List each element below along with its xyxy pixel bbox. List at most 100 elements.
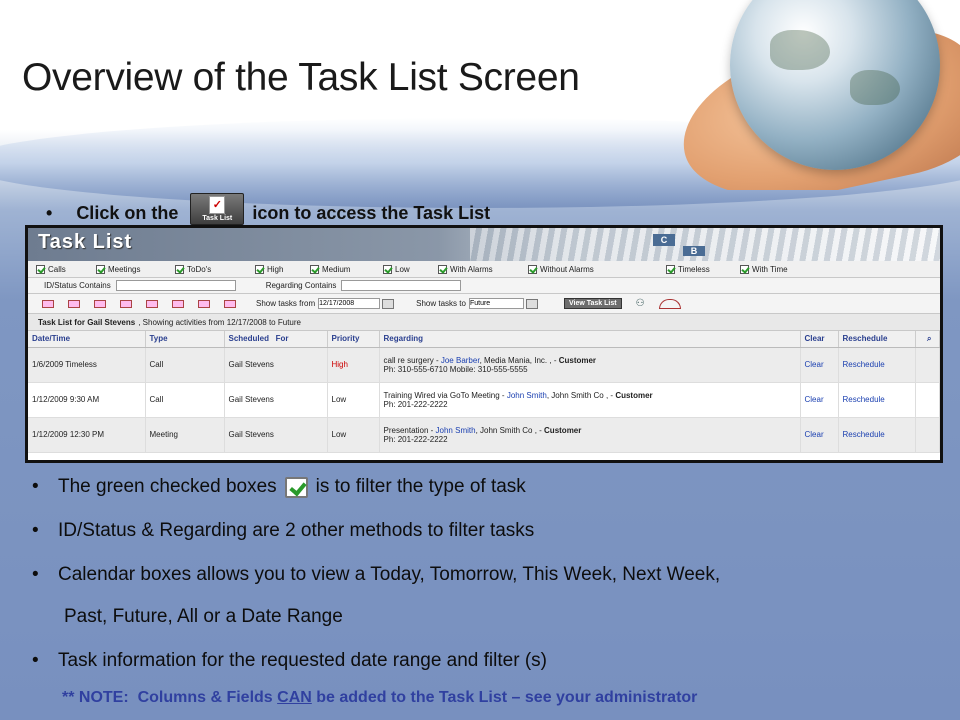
filter-label: Calls (48, 264, 66, 274)
filter-without-alarms[interactable]: Without Alarms (528, 264, 666, 274)
green-checkbox-icon (284, 476, 308, 498)
summary-range: , Showing activities from 12/17/2008 to … (138, 317, 301, 327)
filter-timeless[interactable]: Timeless (666, 264, 740, 274)
col-regarding[interactable]: Regarding (379, 331, 801, 348)
col-priority[interactable]: Priority (327, 331, 380, 348)
filter-low[interactable]: Low (383, 264, 438, 274)
cell-regarding: Training Wired via GoTo Meeting - John S… (379, 382, 801, 418)
cell-datetime: 1/12/2009 12:30 PM (28, 417, 146, 453)
bullet-checkbox-filter: • The green checked boxes is to filter t… (32, 476, 526, 498)
filter-label: ToDo's (187, 264, 212, 274)
checkbox-checked-icon[interactable] (36, 264, 45, 274)
regarding-label: Regarding Contains (265, 281, 337, 290)
filter-with-time[interactable]: With Time (740, 264, 800, 274)
checkbox-checked-icon[interactable] (255, 264, 264, 274)
task-list-icon[interactable]: ✓ Task List (190, 193, 245, 225)
filter-calls[interactable]: Calls (36, 264, 96, 274)
intro-bullet: • Click on the ✓ Task List icon to acces… (46, 193, 490, 225)
cell-type: Meeting (145, 417, 225, 453)
contact-link[interactable]: John Smith (507, 391, 547, 400)
cell-regarding: Presentation - John Smith, John Smith Co… (379, 417, 801, 453)
checkbox-checked-icon[interactable] (96, 264, 105, 274)
col-datetime[interactable]: Date/Time (28, 331, 146, 348)
clear-link[interactable]: Clear (800, 382, 839, 418)
filter-label: Low (395, 264, 410, 274)
table-row[interactable]: 1/12/2009 12:30 PM Meeting Gail Stevens Low… (28, 417, 940, 453)
cell-scheduled-for: Gail Stevens (224, 347, 328, 383)
cell-regarding: call re surgery - Joe Barber, Media Mani… (379, 347, 801, 383)
filter-with-alarms[interactable]: With Alarms (438, 264, 528, 274)
tomorrow-calendar-icon[interactable] (68, 299, 80, 308)
range-calendar-icon[interactable] (224, 299, 236, 308)
filter-label: With Time (752, 264, 788, 274)
bullet-calendar: • Calendar boxes allows you to view a To… (32, 564, 721, 585)
checkbox-checked-icon[interactable] (310, 264, 319, 274)
globe-hand-image (640, 0, 960, 190)
today-calendar-icon[interactable] (42, 299, 54, 308)
show-from-calendar-icon[interactable] (382, 298, 395, 309)
gauge-icon[interactable] (658, 298, 681, 309)
filter-label: Timeless (678, 264, 710, 274)
filter-meetings[interactable]: Meetings (96, 264, 175, 274)
filter-todo-s[interactable]: ToDo's (175, 264, 255, 274)
toolbar-icon-row: Show tasks from Show tasks to View Task … (28, 294, 940, 314)
cell-priority: High (327, 347, 380, 383)
people-icon[interactable]: ⚇ (636, 298, 645, 309)
filter-label: High (267, 264, 284, 274)
binoculars-icon[interactable]: ⌕ (915, 331, 940, 348)
filter-row: Calls Meetings ToDo's High Medium Low With Ala… (28, 261, 940, 278)
col-type[interactable]: Type (145, 331, 225, 348)
contact-link[interactable]: John Smith (436, 426, 476, 435)
filter-label: With Alarms (450, 264, 493, 274)
reschedule-link[interactable]: Reschedule (838, 382, 916, 418)
clear-link[interactable]: Clear (800, 347, 839, 383)
reschedule-link[interactable]: Reschedule (838, 417, 916, 453)
filter-label: Without Alarms (540, 264, 594, 274)
cell-scheduled-for: Gail Stevens (224, 382, 328, 418)
checkbox-checked-icon[interactable] (666, 264, 675, 274)
id-status-input[interactable] (115, 280, 236, 291)
past-calendar-icon[interactable] (146, 299, 158, 308)
cell-datetime: 1/6/2009 Timeless (28, 347, 146, 383)
filter-high[interactable]: High (255, 264, 310, 274)
filter-label: Medium (322, 264, 351, 274)
show-from-label: Show tasks from (256, 299, 316, 308)
cell-priority: Low (327, 417, 380, 453)
this-week-calendar-icon[interactable] (94, 299, 106, 308)
task-list-summary: Task List for Gail Stevens , Showing act… (28, 314, 940, 331)
table-row[interactable]: 1/6/2009 Timeless Call Gail Stevens High cal… (28, 347, 940, 383)
filter-medium[interactable]: Medium (310, 264, 383, 274)
cell-type: Call (145, 382, 225, 418)
next-week-calendar-icon[interactable] (120, 299, 132, 308)
reschedule-link[interactable]: Reschedule (838, 347, 916, 383)
checkbox-checked-icon[interactable] (383, 264, 392, 274)
task-list-title: Task List (38, 231, 133, 253)
checkbox-checked-icon[interactable] (528, 264, 537, 274)
table-row[interactable]: 1/12/2009 9:30 AM Call Gail Stevens Low Trai… (28, 382, 940, 418)
future-calendar-icon[interactable] (172, 299, 184, 308)
cell-scheduled-for: Gail Stevens (224, 417, 328, 453)
task-list-screenshot: Task List C B Calls Meetings ToDo's High Med… (25, 225, 943, 463)
filter-label: Meetings (108, 264, 141, 274)
search-row: ID/Status Contains Regarding Contains (28, 278, 940, 294)
contact-link[interactable]: Joe Barber (441, 356, 480, 365)
task-table: Date/Time Type Scheduled For Priority Re… (28, 331, 940, 453)
clear-link[interactable]: Clear (800, 417, 839, 453)
checkbox-checked-icon[interactable] (438, 264, 447, 274)
bullet-id-status: • ID/Status & Regarding are 2 other meth… (32, 520, 535, 541)
regarding-input[interactable] (341, 280, 462, 291)
col-reschedule[interactable]: Reschedule (838, 331, 916, 348)
all-calendar-icon[interactable] (198, 299, 210, 308)
cell-priority: Low (327, 382, 380, 418)
checkbox-checked-icon[interactable] (740, 264, 749, 274)
show-to-calendar-icon[interactable] (525, 298, 538, 309)
task-list-header: Task List C B (28, 228, 940, 261)
bullet-task-info: • Task information for the requested dat… (32, 650, 547, 671)
show-from-input[interactable] (318, 298, 381, 309)
bullet-calendar-cont: Past, Future, All or a Date Range (64, 606, 343, 627)
col-scheduled-for[interactable]: Scheduled For (224, 331, 328, 348)
checkbox-checked-icon[interactable] (175, 264, 184, 274)
show-to-input[interactable] (468, 298, 524, 309)
col-clear[interactable]: Clear (800, 331, 839, 348)
view-task-list-button[interactable]: View Task List (563, 298, 622, 309)
